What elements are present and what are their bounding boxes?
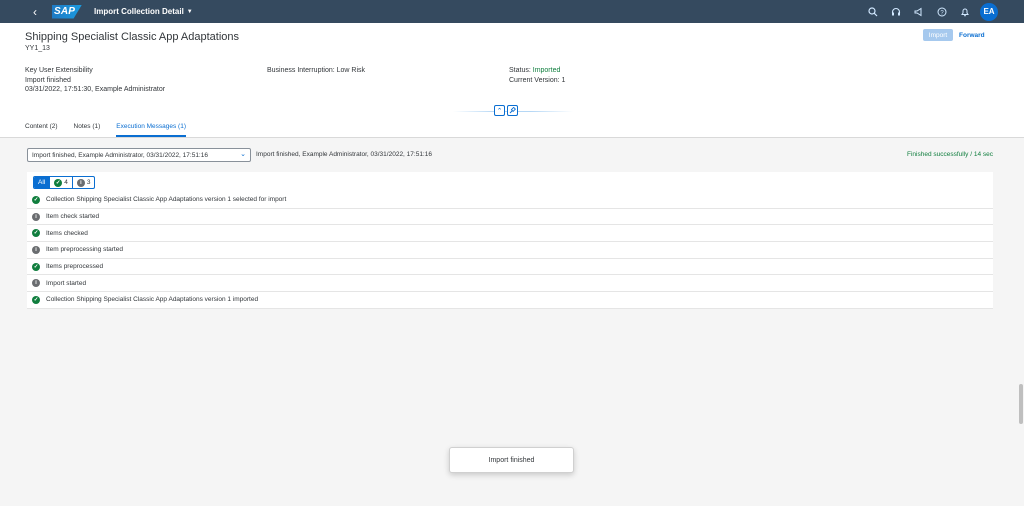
execution-select[interactable]: Import finished, Example Administrator, … bbox=[27, 148, 251, 162]
page-title: Shipping Specialist Classic App Adaptati… bbox=[25, 31, 240, 43]
search-icon[interactable] bbox=[867, 6, 878, 17]
filter-info-button[interactable]: i 3 bbox=[71, 177, 95, 188]
import-state-label: Import finished bbox=[25, 76, 71, 84]
avatar[interactable]: EA bbox=[980, 2, 998, 21]
pin-header-icon[interactable] bbox=[507, 105, 518, 116]
header-controls: ⌃ bbox=[494, 105, 518, 116]
execution-select-value: Import finished, Example Administrator, … bbox=[32, 151, 208, 159]
info-icon: i bbox=[76, 178, 85, 187]
import-button[interactable]: Import bbox=[923, 29, 953, 41]
headset-icon[interactable] bbox=[890, 6, 901, 17]
header-attributes-1: Key User Extensibility Import finished 0… bbox=[25, 66, 165, 95]
app-title: Import Collection Detail bbox=[94, 7, 184, 16]
status-label: Status: bbox=[509, 67, 531, 74]
success-icon: ✓ bbox=[32, 262, 40, 271]
finished-status: Finished successfully / 14 sec bbox=[907, 151, 993, 158]
header-border bbox=[0, 137, 1024, 138]
status-value: Imported bbox=[532, 67, 561, 74]
info-icon: i bbox=[32, 212, 40, 221]
import-timestamp: 03/31/2022, 17:51:30, Example Administra… bbox=[25, 86, 166, 93]
success-icon: ✓ bbox=[54, 178, 63, 187]
list-item[interactable]: ✓ Collection Shipping Specialist Classic … bbox=[27, 192, 993, 209]
back-icon[interactable]: ‹ bbox=[28, 5, 42, 19]
help-icon[interactable]: ? bbox=[936, 6, 947, 17]
message-text: Collection Shipping Specialist Classic A… bbox=[46, 296, 259, 304]
success-icon: ✓ bbox=[32, 195, 40, 204]
header-attributes-2: Business Interruption: Low Risk bbox=[267, 66, 365, 76]
shell-bar: ‹ SAP Import Collection Detail ▼ ? EA bbox=[0, 0, 1024, 23]
list-item[interactable]: i Import started bbox=[27, 275, 993, 293]
toast-message: Import finished bbox=[449, 447, 574, 473]
tab-content[interactable]: Content (2) bbox=[25, 123, 58, 137]
sap-logo[interactable]: SAP bbox=[52, 4, 82, 19]
info-icon: i bbox=[32, 245, 40, 254]
list-item[interactable]: ✓ Collection Shipping Specialist Classic … bbox=[27, 292, 993, 309]
header-attributes-3: Status: Imported Current Version: 1 bbox=[509, 66, 565, 85]
megaphone-icon[interactable] bbox=[913, 6, 924, 17]
message-filter: All ✓ 4 i 3 bbox=[33, 176, 96, 189]
list-item[interactable]: i Item check started bbox=[27, 209, 993, 226]
filter-all-button[interactable]: All bbox=[34, 177, 50, 188]
object-header: Shipping Specialist Classic App Adaptati… bbox=[0, 23, 1024, 138]
collapse-header-icon[interactable]: ⌃ bbox=[494, 105, 505, 116]
current-version: Current Version: 1 bbox=[509, 76, 566, 84]
success-count: 4 bbox=[64, 179, 68, 186]
message-text: Item preprocessing started bbox=[46, 246, 123, 254]
selected-execution-text: Import finished, Example Administrator, … bbox=[256, 151, 432, 158]
tab-notes[interactable]: Notes (1) bbox=[74, 123, 101, 137]
execution-toolbar: Import finished, Example Administrator, … bbox=[27, 148, 993, 162]
bell-icon[interactable] bbox=[959, 6, 970, 17]
business-interruption: Business Interruption: Low Risk bbox=[267, 67, 366, 74]
message-list: ✓ Collection Shipping Specialist Classic … bbox=[27, 192, 993, 309]
list-item[interactable]: ✓ Items preprocessed bbox=[27, 259, 993, 276]
message-text: Items preprocessed bbox=[46, 263, 104, 271]
success-icon: ✓ bbox=[32, 229, 40, 238]
app-title-menu[interactable]: Import Collection Detail ▼ bbox=[94, 7, 193, 16]
info-icon: i bbox=[32, 279, 40, 288]
message-text: Item check started bbox=[46, 213, 100, 221]
filter-success-button[interactable]: ✓ 4 bbox=[49, 177, 72, 188]
list-item[interactable]: ✓ Items checked bbox=[27, 225, 993, 243]
message-text: Items checked bbox=[46, 229, 88, 237]
section-tabs: Content (2) Notes (1) Execution Messages… bbox=[25, 123, 186, 137]
list-item[interactable]: i Item preprocessing started bbox=[27, 242, 993, 259]
status-line: Status: Imported bbox=[509, 66, 565, 76]
chevron-down-icon: ⌄ bbox=[240, 151, 246, 158]
message-text: Collection Shipping Specialist Classic A… bbox=[46, 196, 287, 204]
message-text: Import started bbox=[46, 279, 87, 287]
forward-button[interactable]: Forward bbox=[959, 29, 985, 41]
messages-panel: All ✓ 4 i 3 ✓ Collection Shipping Special… bbox=[27, 172, 993, 309]
page-subtitle: YY1_13 bbox=[25, 45, 50, 52]
scrollbar-thumb[interactable] bbox=[1019, 384, 1023, 424]
success-icon: ✓ bbox=[32, 295, 40, 304]
tab-execution-messages[interactable]: Execution Messages (1) bbox=[116, 123, 186, 137]
caret-down-icon: ▼ bbox=[186, 8, 193, 15]
scrollbar[interactable] bbox=[1018, 138, 1024, 506]
info-count: 3 bbox=[86, 179, 91, 186]
extensibility-label: Key User Extensibility bbox=[25, 67, 93, 74]
